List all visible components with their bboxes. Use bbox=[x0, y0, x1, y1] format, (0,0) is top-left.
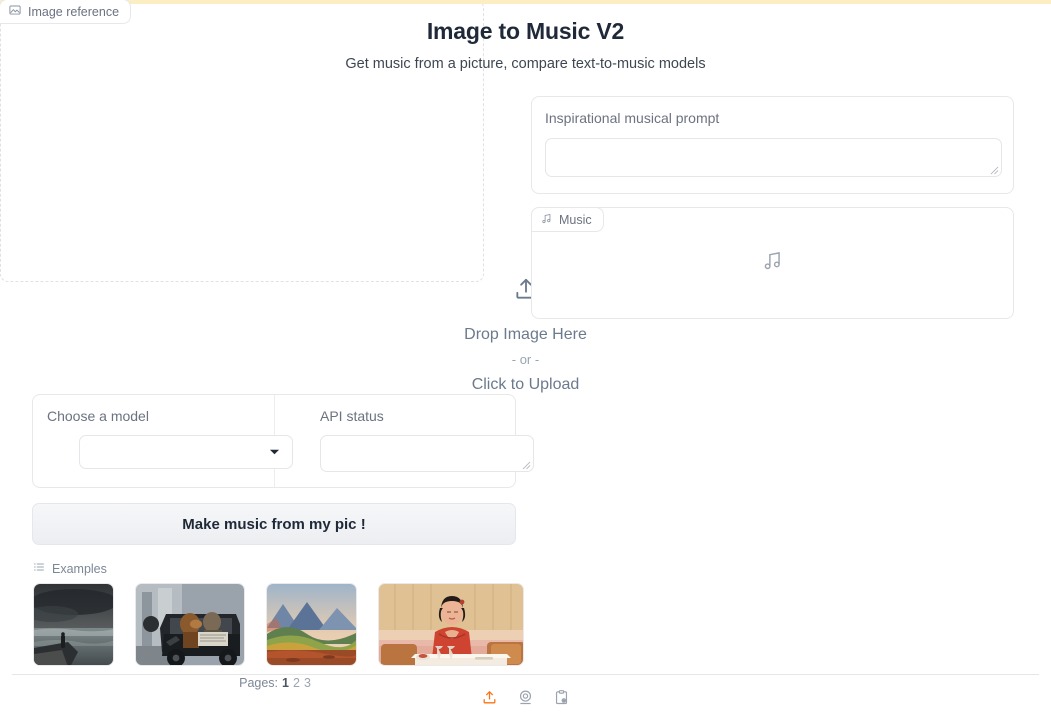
music-tab-label: Music bbox=[559, 212, 592, 227]
model-select[interactable] bbox=[79, 435, 293, 469]
music-note-icon bbox=[762, 250, 783, 276]
page-link-2[interactable]: 2 bbox=[293, 676, 300, 690]
examples-header: Examples bbox=[33, 561, 107, 576]
examples-row bbox=[33, 583, 524, 666]
paste-clipboard-icon[interactable] bbox=[551, 686, 573, 708]
app-root: Image to Music V2 Get music from a pictu… bbox=[0, 0, 1051, 716]
music-output-panel: Music bbox=[531, 207, 1014, 319]
image-reference-tab-label: Image reference bbox=[28, 4, 120, 19]
image-reference-tab: Image reference bbox=[0, 0, 132, 24]
api-status-label: API status bbox=[320, 408, 384, 424]
examples-pagination: Pages: 1 2 3 bbox=[33, 676, 517, 690]
image-icon bbox=[9, 4, 21, 19]
music-note-icon bbox=[541, 213, 552, 227]
example-thumbnail[interactable] bbox=[378, 583, 524, 666]
webcam-icon[interactable] bbox=[515, 686, 537, 708]
api-status-input[interactable] bbox=[320, 435, 534, 472]
prompt-panel: Inspirational musical prompt bbox=[531, 96, 1014, 194]
example-thumbnail[interactable] bbox=[135, 583, 245, 666]
upload-divider bbox=[12, 674, 1039, 675]
music-tab: Music bbox=[531, 207, 604, 232]
prompt-input[interactable] bbox=[545, 138, 1002, 177]
example-thumbnail[interactable] bbox=[33, 583, 114, 666]
page-link-1[interactable]: 1 bbox=[282, 676, 289, 690]
model-label: Choose a model bbox=[47, 408, 149, 424]
resize-grip-icon[interactable] bbox=[521, 460, 531, 470]
image-reference-panel: Image reference Drop Image Here - or - C… bbox=[0, 0, 1039, 704]
settings-panel: Choose a model API status bbox=[32, 394, 534, 488]
drop-or-text: - or - bbox=[511, 352, 540, 368]
prompt-label: Inspirational musical prompt bbox=[545, 110, 720, 126]
resize-grip-icon[interactable] bbox=[989, 165, 999, 175]
page-link-3[interactable]: 3 bbox=[304, 676, 311, 690]
chevron-down-icon[interactable] bbox=[269, 448, 280, 456]
examples-label: Examples bbox=[52, 561, 107, 576]
music-placeholder bbox=[532, 208, 1013, 318]
drop-image-here-text: Drop Image Here bbox=[464, 326, 587, 344]
pages-label: Pages: bbox=[239, 676, 279, 690]
list-icon bbox=[33, 561, 45, 576]
example-thumbnail[interactable] bbox=[266, 583, 357, 666]
make-music-button[interactable]: Make music from my pic ! bbox=[32, 503, 516, 545]
